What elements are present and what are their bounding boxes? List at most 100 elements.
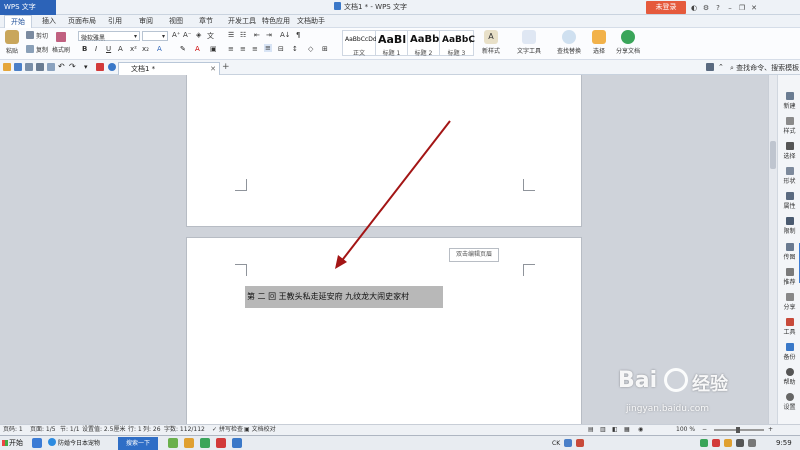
tray-icon[interactable]	[576, 439, 584, 447]
show-marks-icon[interactable]: ¶	[296, 31, 300, 39]
zoom-slider-handle[interactable]	[736, 427, 740, 433]
vertical-scrollbar[interactable]	[768, 75, 777, 424]
bold-button[interactable]: B	[82, 45, 87, 53]
pane-backup[interactable]: 备份	[778, 343, 800, 361]
zoom-level[interactable]: 100 %	[676, 425, 695, 435]
cut-button[interactable]: 剪切	[36, 31, 48, 40]
tray-icon[interactable]	[700, 439, 708, 447]
pane-styles[interactable]: 样式	[778, 117, 800, 135]
folder-icon[interactable]	[184, 438, 194, 448]
print-preview-icon[interactable]	[25, 63, 33, 71]
pane-new[interactable]: 新建	[778, 92, 800, 110]
paste-button[interactable]: 粘贴	[4, 30, 20, 55]
status-spell-check[interactable]: ✓ 拼写检查	[212, 425, 243, 435]
style-heading-1[interactable]: AaBl 标题 1	[376, 30, 408, 57]
italic-button[interactable]: I	[95, 45, 97, 53]
new-tab-button[interactable]: +	[222, 62, 230, 72]
open-icon[interactable]	[3, 63, 11, 71]
style-normal[interactable]: AaBbCcDd 正文	[342, 30, 377, 57]
grow-font-icon[interactable]: A⁺	[172, 31, 180, 39]
app-menu-button[interactable]: WPS 文字	[0, 0, 56, 15]
minimize-icon[interactable]: –	[726, 4, 734, 12]
pane-properties[interactable]: 属性	[778, 192, 800, 210]
tab-insert[interactable]: 插入	[42, 15, 56, 28]
command-search[interactable]: ⌕ 查找命令、搜索模板	[730, 63, 799, 73]
login-button[interactable]: 未登录	[646, 1, 686, 14]
pane-settings[interactable]: 设置	[778, 393, 800, 411]
tab-view[interactable]: 视图	[169, 15, 183, 28]
wps-logo-icon[interactable]	[96, 63, 104, 71]
underline-button[interactable]: U	[106, 45, 111, 53]
tab-home[interactable]: 开始	[4, 15, 32, 28]
close-icon[interactable]: ✕	[750, 4, 758, 12]
text-tools-button[interactable]: 文字工具	[512, 30, 546, 55]
zoom-out-icon[interactable]: −	[702, 425, 707, 435]
sort-icon[interactable]: A↓	[280, 31, 291, 39]
pane-recommend[interactable]: 推荐	[778, 268, 800, 286]
view-read-icon[interactable]: ▦	[624, 425, 630, 435]
numbering-icon[interactable]: ☷	[240, 31, 246, 39]
tray-icon[interactable]	[724, 439, 732, 447]
phonetic-icon[interactable]: 文	[207, 31, 214, 41]
scrollbar-thumb[interactable]	[770, 141, 776, 169]
tab-review[interactable]: 审阅	[139, 15, 153, 28]
shrink-font-icon[interactable]: A⁻	[183, 31, 191, 39]
view-page-icon[interactable]: ▤	[588, 425, 594, 435]
redo-icon[interactable]: ↷	[69, 63, 77, 71]
justify-icon[interactable]: ≡	[264, 44, 272, 52]
tab-chapter[interactable]: 章节	[199, 15, 213, 28]
tab-special-apps[interactable]: 特色应用	[262, 15, 290, 28]
export-pdf-icon[interactable]	[47, 63, 55, 71]
highlighter-icon[interactable]: ✎	[180, 45, 186, 53]
strikethrough-button[interactable]: A	[118, 45, 123, 53]
close-tab-icon[interactable]: ✕	[210, 63, 216, 75]
status-page-count[interactable]: 页面: 1/5	[30, 425, 56, 435]
font-name-select[interactable]: 微软雅黑 ▾	[78, 31, 140, 42]
subscript-button[interactable]: x₂	[142, 45, 149, 53]
view-web-icon[interactable]: ◧	[612, 425, 618, 435]
taskbar-browser[interactable]: 防婚今日本宠物	[48, 437, 100, 450]
volume-icon[interactable]	[736, 439, 744, 447]
start-button[interactable]: 开始	[0, 437, 28, 450]
skin-icon[interactable]: ◐	[690, 4, 698, 12]
collapse-ribbon-icon[interactable]: ⌃	[718, 63, 726, 71]
save-icon[interactable]	[14, 63, 22, 71]
select-button[interactable]: 选择	[588, 30, 610, 55]
app-icon[interactable]	[232, 438, 242, 448]
line-spacing-icon[interactable]: ↕	[292, 45, 298, 53]
network-icon[interactable]	[748, 439, 756, 447]
copy-button[interactable]: 复制	[36, 45, 48, 54]
increase-indent-icon[interactable]: ⇥	[266, 31, 272, 39]
clear-format-icon[interactable]: ◈	[196, 31, 201, 39]
distribute-icon[interactable]: ⊟	[278, 45, 284, 53]
char-border-icon[interactable]: ▣	[210, 45, 217, 53]
superscript-button[interactable]: x²	[130, 45, 137, 53]
wps-taskbar-icon[interactable]	[216, 438, 226, 448]
zoom-in-icon[interactable]: +	[768, 425, 773, 435]
bullets-icon[interactable]: ☰	[228, 31, 234, 39]
taskbar-clock[interactable]: 9:59	[776, 437, 792, 450]
pane-select[interactable]: 选择	[778, 142, 800, 160]
styles-more-icon[interactable]: ▾	[469, 38, 472, 45]
customize-icon[interactable]: ▾	[84, 63, 92, 71]
tray-icon[interactable]	[564, 439, 572, 447]
tab-references[interactable]: 引用	[108, 15, 122, 28]
show-desktop-icon[interactable]	[32, 438, 42, 448]
align-right-icon[interactable]: ≡	[252, 45, 258, 53]
pane-shapes[interactable]: 形状	[778, 167, 800, 185]
help-icon[interactable]: ?	[714, 4, 722, 12]
tab-developer[interactable]: 开发工具	[228, 15, 256, 28]
pane-tools[interactable]: 工具	[778, 318, 800, 336]
print-icon[interactable]	[36, 63, 44, 71]
pane-upload-image[interactable]: 传图	[778, 243, 800, 261]
pane-help[interactable]: 帮助	[778, 368, 800, 386]
restore-icon[interactable]: ❐	[738, 4, 746, 12]
tab-page-layout[interactable]: 页面布局	[68, 15, 96, 28]
align-left-icon[interactable]: ≡	[228, 45, 234, 53]
status-word-count[interactable]: 字数: 112/112	[164, 425, 205, 435]
tray-icon[interactable]	[712, 439, 720, 447]
format-painter-button[interactable]: 格式刷	[52, 45, 70, 54]
pane-restrict[interactable]: 限制	[778, 217, 800, 235]
borders-icon[interactable]: ⊞	[322, 45, 328, 53]
ime-indicator[interactable]: CK	[552, 437, 560, 450]
